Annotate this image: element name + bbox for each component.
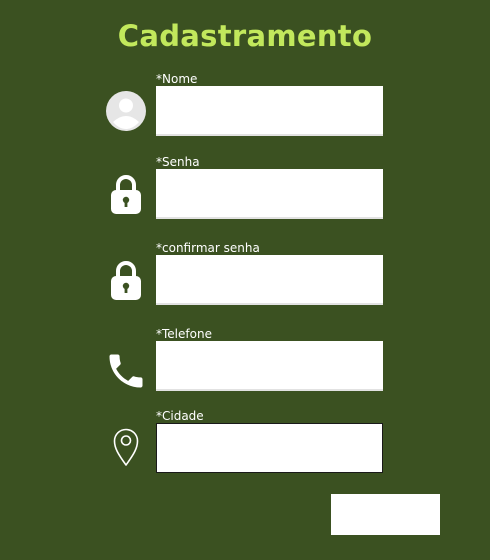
senha-label: *Senha [156,155,200,169]
nome-label: *Nome [156,72,198,86]
confirmar-senha-label: *confirmar senha [156,241,260,255]
phone-icon [104,349,148,393]
telefone-input[interactable] [156,341,383,391]
field-row-telefone: *Telefone [0,327,490,397]
cidade-input[interactable] [156,423,383,473]
page-title: Cadastramento [117,19,373,53]
submit-button[interactable] [331,494,440,535]
lock-icon [104,257,148,301]
cidade-label: *Cidade [156,409,204,423]
field-row-nome: *Nome [0,72,490,142]
location-pin-icon [104,424,148,468]
lock-icon [104,171,148,215]
field-row-cidade: *Cidade [0,409,490,479]
field-row-confirmar-senha: *confirmar senha [0,241,490,311]
user-avatar-icon [104,89,148,133]
nome-input[interactable] [156,86,383,136]
telefone-label: *Telefone [156,327,212,341]
senha-input[interactable] [156,169,383,219]
field-row-senha: *Senha [0,155,490,225]
confirmar-senha-input[interactable] [156,255,383,305]
